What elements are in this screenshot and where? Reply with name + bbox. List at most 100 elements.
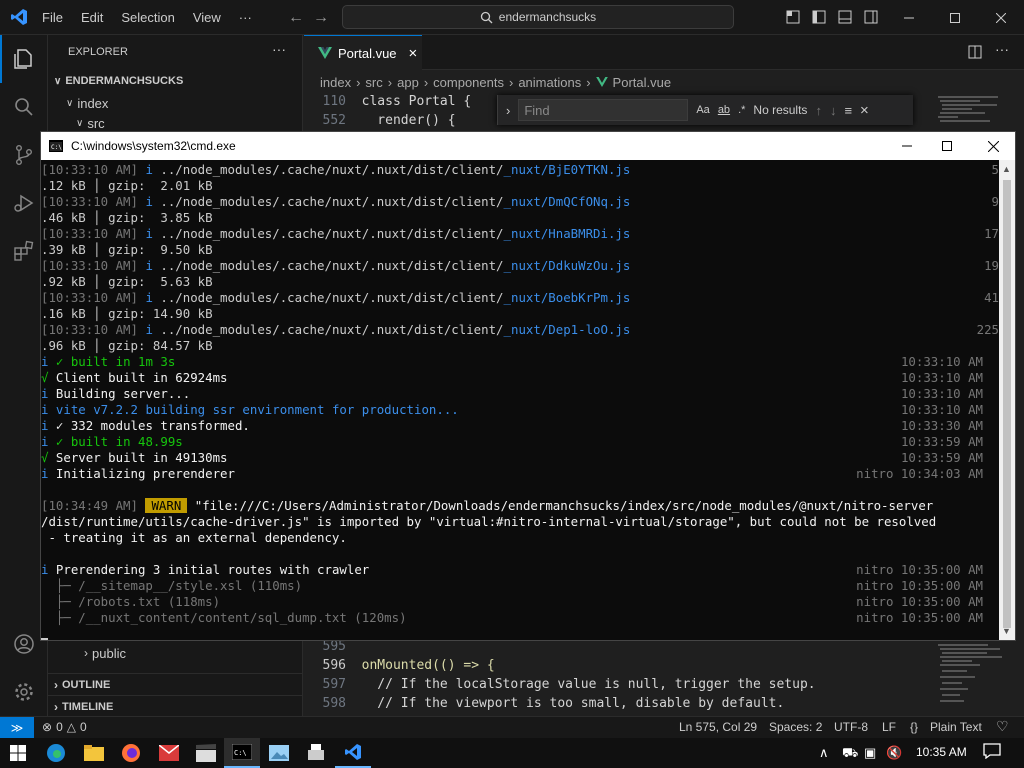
breadcrumb-item[interactable]: animations xyxy=(518,75,581,90)
cmd-scrollbar[interactable]: ▲ ▼ xyxy=(999,160,1015,640)
problems-indicator[interactable]: ⊗ 0 △ 0 xyxy=(42,720,87,734)
outline-section[interactable]: › OUTLINE xyxy=(48,673,303,695)
chevron-right-icon: › xyxy=(54,700,58,714)
text-cursor xyxy=(41,638,48,640)
match-whole-word-icon[interactable]: ab xyxy=(718,104,730,116)
console-warning-line: - treating it as an external dependency. xyxy=(41,530,347,545)
folder-public[interactable]: › public xyxy=(84,642,126,664)
customize-layout-icon[interactable] xyxy=(786,10,800,24)
folder-index[interactable]: ∨ index xyxy=(66,92,108,114)
menu-file[interactable]: File xyxy=(42,10,63,25)
breadcrumb-item[interactable]: Portal.vue xyxy=(613,75,672,90)
more-actions-icon[interactable]: ··· xyxy=(272,41,286,57)
remote-indicator-icon[interactable]: ≫ xyxy=(0,717,34,738)
language-mode[interactable]: Plain Text xyxy=(930,720,982,734)
console-line: [10:33:10 AM] i ../node_modules/.cache/n… xyxy=(41,194,631,209)
console-line: i ✓ built in 1m 3s xyxy=(41,354,176,369)
timeline-label: TIMELINE xyxy=(62,701,114,713)
vue-file-icon xyxy=(318,47,332,59)
show-hidden-icons-chevron-icon[interactable]: ∧ xyxy=(819,745,829,761)
match-case-icon[interactable]: Aa xyxy=(696,104,709,116)
close-find-icon[interactable]: × xyxy=(860,102,869,119)
command-prompt-taskbar-icon[interactable]: C:\ xyxy=(224,738,260,768)
toggle-replace-chevron-icon[interactable]: › xyxy=(506,103,510,118)
cmd-window: C:\ C:\windows\system32\cmd.exe [10:33:1… xyxy=(40,131,1016,641)
search-icon[interactable] xyxy=(0,83,48,131)
warning-icon: △ xyxy=(66,720,76,734)
notifications-bell-icon[interactable]: ♡ xyxy=(996,718,1009,735)
folder-src[interactable]: ∨ src xyxy=(76,115,105,131)
defender-shield-icon[interactable]: ⛟ xyxy=(842,745,858,763)
menu-view[interactable]: View xyxy=(193,10,221,25)
previous-match-icon[interactable]: ↑ xyxy=(815,103,822,118)
volume-muted-icon[interactable]: 🔇 xyxy=(886,745,902,761)
toggle-primary-sidebar-icon[interactable] xyxy=(812,10,826,24)
split-editor-icon[interactable] xyxy=(968,45,982,59)
breadcrumb: index › src › app › components › animations ›… xyxy=(320,74,672,90)
firefox-icon[interactable] xyxy=(113,738,149,768)
menu-more[interactable]: ··· xyxy=(239,10,252,25)
encoding[interactable]: UTF-8 xyxy=(834,720,868,734)
indentation[interactable]: Spaces: 2 xyxy=(769,720,822,734)
console-timestamp: nitro 10:35:00 AM xyxy=(856,594,983,609)
console-timestamp: nitro 10:35:00 AM xyxy=(856,610,983,625)
maximize-icon[interactable] xyxy=(927,132,967,160)
console-timestamp: nitro 10:34:03 AM xyxy=(856,466,983,481)
edge-browser-icon[interactable] xyxy=(38,738,74,768)
minimize-icon[interactable] xyxy=(887,132,927,160)
printer-device-icon[interactable] xyxy=(298,738,334,768)
regex-icon[interactable]: .* xyxy=(738,104,745,116)
find-input[interactable]: Find xyxy=(518,99,689,121)
file-explorer-icon[interactable] xyxy=(76,738,112,768)
scrollbar-thumb[interactable] xyxy=(1003,180,1011,628)
console-line: [10:33:10 AM] i ../node_modules/.cache/n… xyxy=(41,258,631,273)
close-tab-icon[interactable]: × xyxy=(409,45,418,62)
cmd-titlebar[interactable]: C:\ C:\windows\system32\cmd.exe xyxy=(41,132,1015,160)
manage-gear-icon[interactable] xyxy=(0,668,48,716)
end-of-line[interactable]: LF xyxy=(882,720,896,734)
console-line: √ Server built in 49130ms xyxy=(41,450,228,465)
menu-edit[interactable]: Edit xyxy=(81,10,103,25)
minimize-icon[interactable] xyxy=(886,0,932,35)
tab-portal-vue[interactable]: Portal.vue × xyxy=(304,35,422,70)
console-line: i Initializing prerenderer xyxy=(41,466,235,481)
forward-arrow-icon[interactable]: → xyxy=(313,9,329,27)
scroll-down-icon[interactable]: ▼ xyxy=(1002,626,1011,636)
close-icon[interactable] xyxy=(973,132,1013,160)
console-line: .96 kB │ gzip: 84.57 kB xyxy=(41,338,213,353)
maximize-icon[interactable] xyxy=(932,0,978,35)
explorer-icon[interactable] xyxy=(0,35,48,83)
toggle-panel-icon[interactable] xyxy=(838,10,852,24)
next-match-icon[interactable]: ↓ xyxy=(830,103,837,118)
cursor-position[interactable]: Ln 575, Col 29 xyxy=(679,720,757,734)
close-icon[interactable] xyxy=(978,0,1024,35)
image-viewer-icon[interactable] xyxy=(261,738,297,768)
timeline-section[interactable]: › TIMELINE xyxy=(48,695,303,716)
toggle-secondary-sidebar-icon[interactable] xyxy=(864,10,878,24)
workspace-root[interactable]: ∨ ENDERMANCHSUCKS xyxy=(54,70,183,92)
command-center-search[interactable]: endermanchsucks xyxy=(342,5,734,29)
status-bar: ≫ ⊗ 0 △ 0 Ln 575, Col 29 Spaces: 2 UTF-8 L… xyxy=(0,716,1024,738)
network-icon[interactable]: ▣ xyxy=(864,745,876,761)
breadcrumb-item[interactable]: components xyxy=(433,75,504,90)
minimap[interactable] xyxy=(930,640,1016,716)
breadcrumb-item[interactable]: app xyxy=(397,75,419,90)
chevron-down-icon: ∨ xyxy=(54,75,62,87)
console-warning-line: /dist/runtime/utils/cache-driver.js" is … xyxy=(41,514,937,529)
clapperboard-icon[interactable] xyxy=(188,738,224,768)
scroll-up-icon[interactable]: ▲ xyxy=(1002,164,1011,174)
windows-start-icon[interactable] xyxy=(0,738,36,768)
breadcrumb-item[interactable]: index xyxy=(320,75,351,90)
breadcrumb-item[interactable]: src xyxy=(365,75,382,90)
action-center-icon[interactable] xyxy=(983,743,1001,759)
more-actions-icon[interactable]: ··· xyxy=(995,41,1009,57)
taskbar-clock[interactable]: 10:35 AM xyxy=(916,745,967,759)
command-center-label: endermanchsucks xyxy=(498,10,597,24)
mail-app-icon[interactable] xyxy=(151,738,187,768)
menu-selection[interactable]: Selection xyxy=(121,10,174,25)
vscode-taskbar-icon[interactable] xyxy=(335,738,371,768)
back-arrow-icon[interactable]: ← xyxy=(288,9,304,27)
console-line: .92 kB │ gzip: 5.63 kB xyxy=(41,274,213,289)
find-in-selection-icon[interactable]: ≡ xyxy=(844,103,852,118)
console-line: .16 kB │ gzip: 14.90 kB xyxy=(41,306,213,321)
